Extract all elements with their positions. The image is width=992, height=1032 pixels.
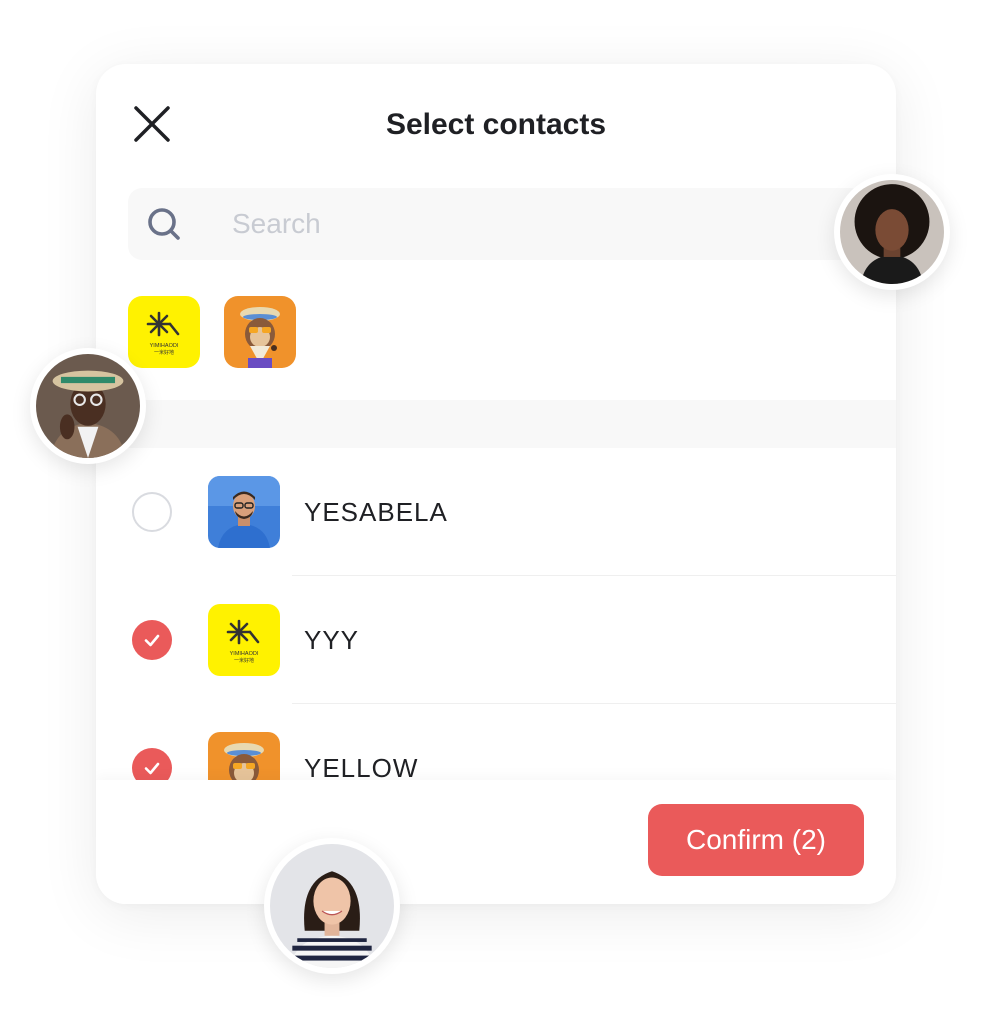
unchecked-circle-icon[interactable] (132, 492, 172, 532)
woman-hat-photo (36, 354, 140, 458)
floating-avatar (264, 838, 400, 974)
floating-avatar (30, 348, 146, 464)
avatar (208, 732, 280, 780)
checked-circle-icon[interactable] (132, 620, 172, 660)
selected-contact-chip[interactable]: YIMIHAODI 一米好地 (128, 296, 200, 368)
avatar: YIMIHAODI 一米好地 (208, 604, 280, 676)
logo-text: YIMIHAODI (230, 651, 259, 657)
modal-title: Select contacts (385, 108, 607, 141)
ape-nft-avatar (224, 296, 296, 368)
logo-subtext: 一米好地 (234, 657, 254, 664)
yimihaodi-logo: YIMIHAODI 一米好地 (128, 296, 200, 368)
contact-row[interactable]: YIMIHAODI 一米好地 YYY (96, 576, 896, 704)
contact-name: YYY (304, 625, 360, 655)
logo-text: YIMIHAODI (150, 343, 179, 349)
confirm-button[interactable]: Confirm (2) (648, 804, 864, 876)
select-contacts-modal: Select contacts YIMIHAODI 一米好地 (96, 64, 896, 904)
selected-contacts-strip: YIMIHAODI 一米好地 (128, 296, 296, 368)
search-bar[interactable] (128, 188, 864, 260)
modal-footer: Confirm (2) (96, 780, 896, 904)
search-input[interactable] (232, 188, 832, 260)
search-icon (146, 206, 182, 242)
checked-circle-icon[interactable] (132, 748, 172, 780)
contact-row[interactable]: YELLOW (96, 704, 896, 780)
woman-smiling-photo (270, 844, 394, 968)
man-glasses-photo (208, 476, 280, 548)
contact-row[interactable]: YESABELA (96, 448, 896, 576)
floating-avatar (834, 174, 950, 290)
ape-nft-avatar (208, 732, 280, 780)
selected-contact-chip[interactable] (224, 296, 296, 368)
section-divider (96, 400, 896, 448)
logo-subtext: 一米好地 (154, 349, 174, 356)
woman-portrait-photo (840, 180, 944, 284)
contact-name: YESABELA (304, 497, 448, 527)
contact-list[interactable]: YESABELA YIMIHAODI 一米好地 YYY YELLOW (96, 448, 896, 780)
contact-name: YELLOW (304, 753, 419, 780)
yimihaodi-logo: YIMIHAODI 一米好地 (208, 604, 280, 676)
avatar (208, 476, 280, 548)
